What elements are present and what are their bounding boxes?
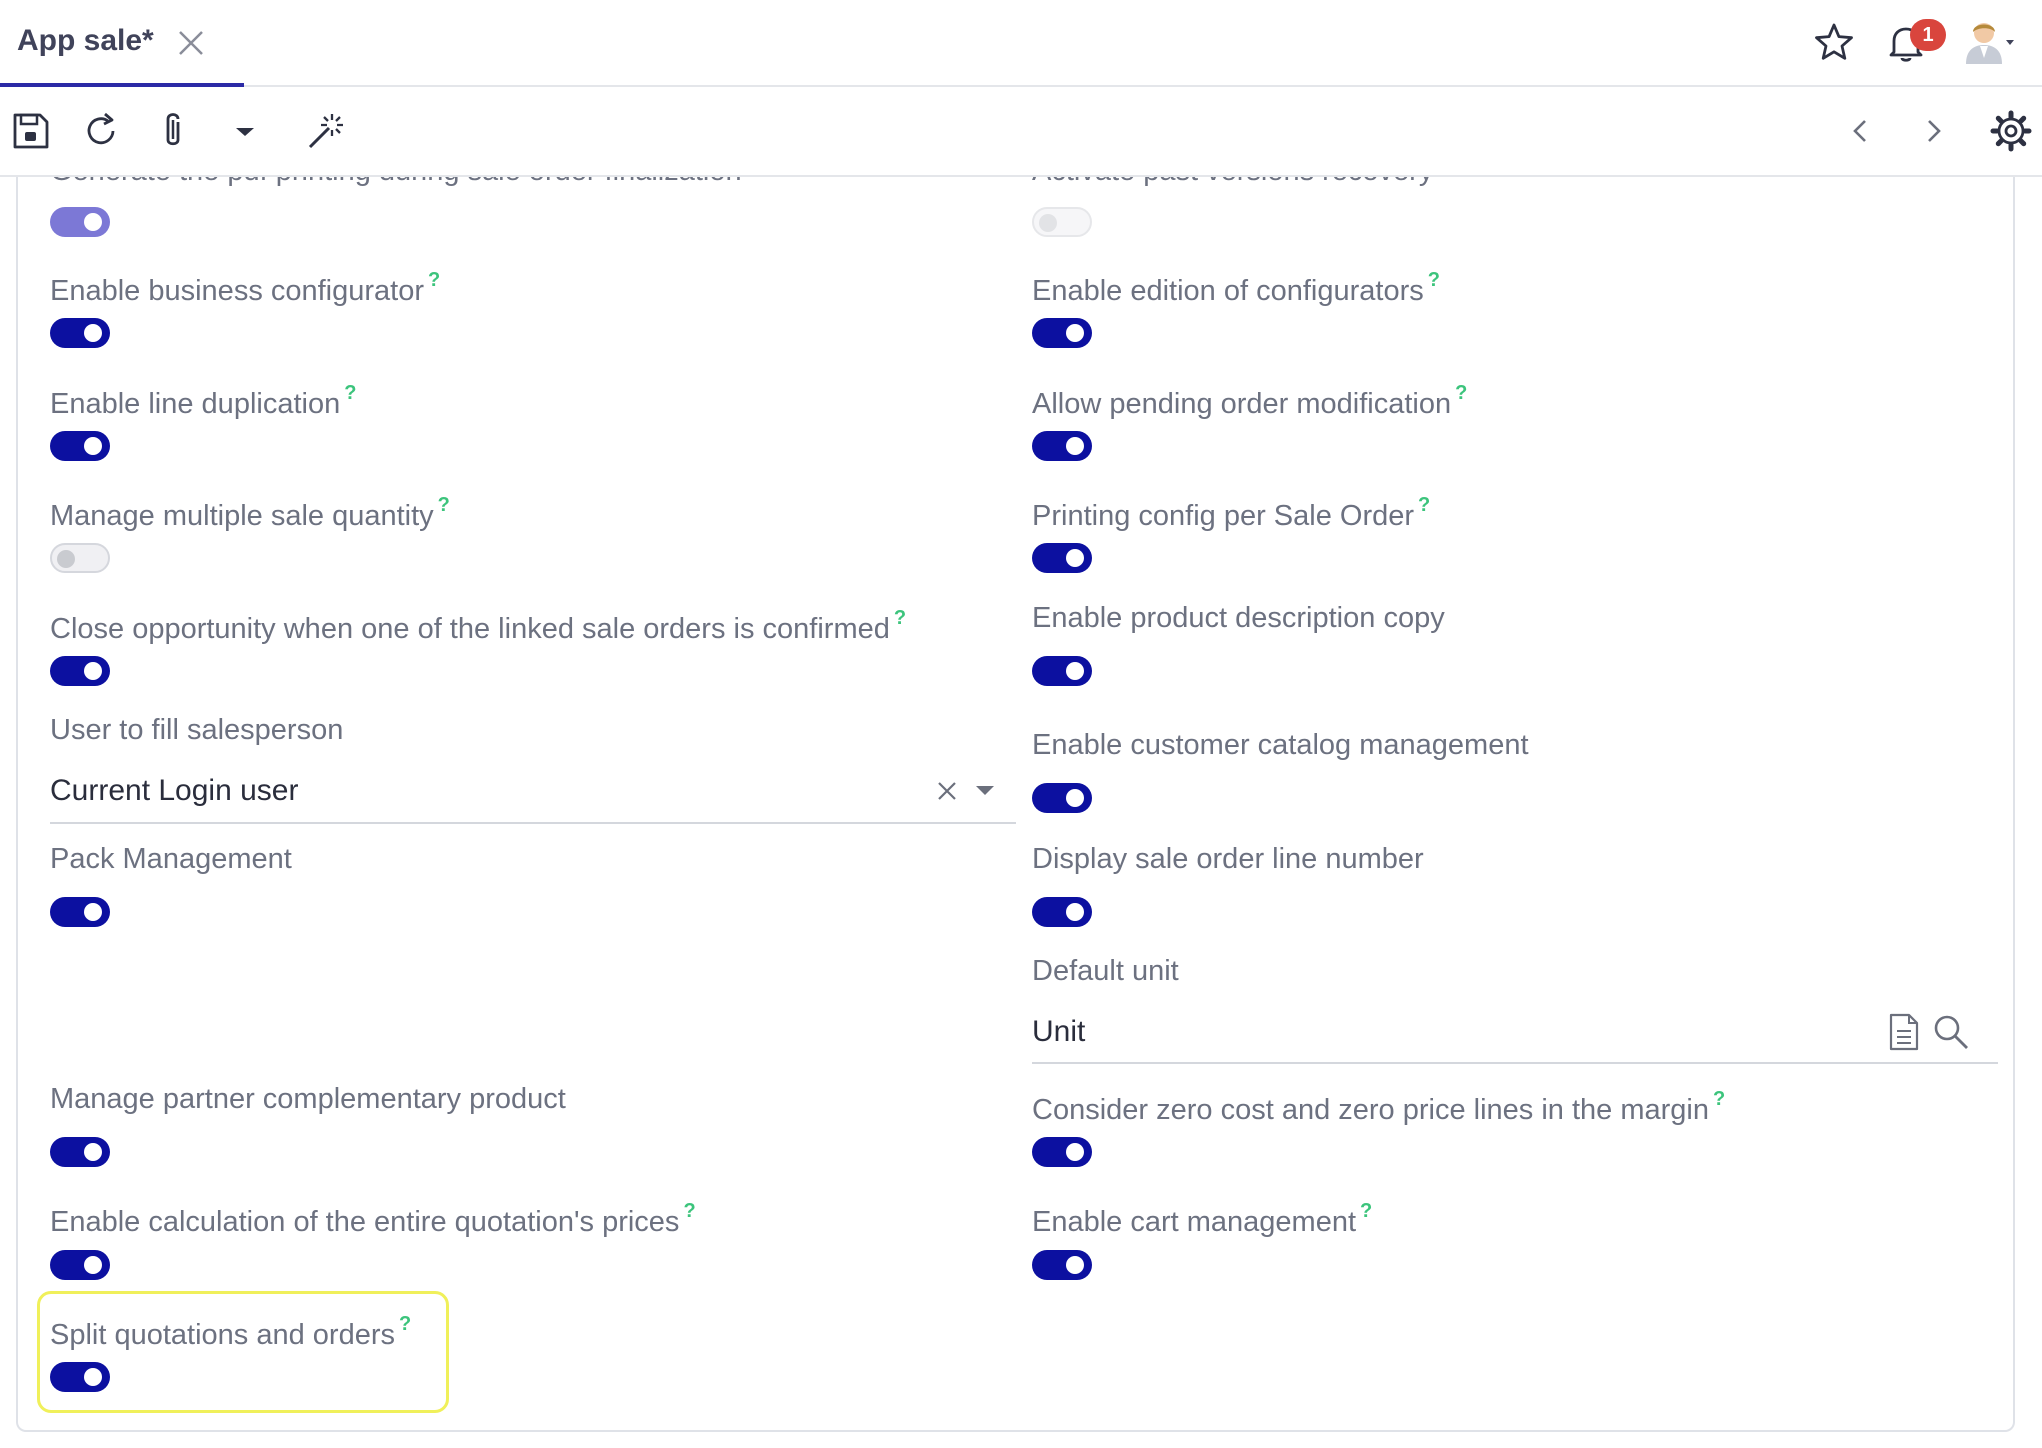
- help-icon[interactable]: ?: [1418, 494, 1430, 516]
- caret-down-icon[interactable]: [222, 108, 268, 154]
- multiple-quantity-toggle[interactable]: [50, 543, 110, 573]
- clear-icon[interactable]: [936, 780, 958, 802]
- refresh-icon[interactable]: [78, 108, 124, 154]
- past-versions-toggle[interactable]: [1032, 207, 1092, 237]
- field-label: Manage partner complementary product: [50, 1083, 566, 1115]
- cart-management-toggle[interactable]: [1032, 1250, 1092, 1280]
- star-icon[interactable]: [1810, 18, 1858, 66]
- default-unit-value[interactable]: Unit: [1032, 1015, 1085, 1049]
- field-label: Activate past versions recovery: [1032, 177, 1433, 189]
- field-underline: [50, 822, 1016, 824]
- line-duplication-toggle[interactable]: [50, 431, 110, 461]
- magic-wand-icon[interactable]: [302, 108, 348, 154]
- business-configurator-toggle[interactable]: [50, 318, 110, 348]
- tab-bar: App sale* 1: [0, 0, 2042, 87]
- field-label: Default unit: [1032, 955, 1179, 987]
- field-label: User to fill salesperson: [50, 714, 344, 746]
- zero-cost-toggle[interactable]: [1032, 1137, 1092, 1167]
- pack-management-toggle[interactable]: [50, 897, 110, 927]
- field-underline: [1032, 1062, 1998, 1064]
- line-number-toggle[interactable]: [1032, 897, 1092, 927]
- field-label: Consider zero cost and zero price lines …: [1032, 1088, 1726, 1126]
- help-icon[interactable]: ?: [1428, 269, 1440, 291]
- salesperson-select-value[interactable]: Current Login user: [50, 774, 298, 808]
- help-icon[interactable]: ?: [894, 607, 906, 629]
- paperclip-icon[interactable]: [150, 108, 196, 154]
- field-label: Enable customer catalog management: [1032, 729, 1529, 761]
- toolbar: [0, 87, 2042, 177]
- field-label: Allow pending order modification?: [1032, 382, 1468, 420]
- tab-app-sale[interactable]: App sale*: [0, 0, 244, 87]
- tab-title: App sale*: [17, 24, 154, 57]
- gear-icon[interactable]: [1988, 108, 2034, 154]
- chevron-right-icon[interactable]: [1910, 108, 1956, 154]
- notification-badge: 1: [1910, 19, 1946, 51]
- save-icon[interactable]: [8, 108, 54, 154]
- help-icon[interactable]: ?: [344, 382, 356, 404]
- complementary-product-toggle[interactable]: [50, 1137, 110, 1167]
- customer-catalog-toggle[interactable]: [1032, 783, 1092, 813]
- field-label: Enable cart management?: [1032, 1200, 1373, 1238]
- highlight-box: [37, 1291, 449, 1413]
- chevron-left-icon[interactable]: [1838, 108, 1884, 154]
- help-icon[interactable]: ?: [428, 269, 440, 291]
- description-copy-toggle[interactable]: [1032, 656, 1092, 686]
- pdf-printing-toggle[interactable]: [50, 207, 110, 237]
- field-label: Close opportunity when one of the linked…: [50, 607, 907, 645]
- document-icon[interactable]: [1888, 1013, 1920, 1051]
- field-label: Printing config per Sale Order?: [1032, 494, 1431, 532]
- field-label: Enable business configurator?: [50, 269, 441, 307]
- field-label: Generate the pdf printing during sale or…: [50, 177, 742, 189]
- field-label: Enable product description copy: [1032, 602, 1445, 634]
- field-label: Enable line duplication?: [50, 382, 357, 420]
- printing-config-toggle[interactable]: [1032, 543, 1092, 573]
- pending-order-toggle[interactable]: [1032, 431, 1092, 461]
- field-label: Display sale order line number: [1032, 843, 1424, 875]
- help-icon[interactable]: ?: [1455, 382, 1467, 404]
- field-label: Enable edition of configurators?: [1032, 269, 1440, 307]
- close-opportunity-toggle[interactable]: [50, 656, 110, 686]
- edition-configurators-toggle[interactable]: [1032, 318, 1092, 348]
- help-icon[interactable]: ?: [1360, 1200, 1372, 1222]
- close-icon[interactable]: [176, 28, 206, 58]
- settings-form: Generate the pdf printing during sale or…: [16, 177, 2015, 1432]
- entire-quotation-toggle[interactable]: [50, 1250, 110, 1280]
- help-icon[interactable]: ?: [1713, 1088, 1725, 1110]
- field-label: Manage multiple sale quantity?: [50, 494, 450, 532]
- help-icon[interactable]: ?: [438, 494, 450, 516]
- field-label: Pack Management: [50, 843, 292, 875]
- field-label: Enable calculation of the entire quotati…: [50, 1200, 696, 1238]
- help-icon[interactable]: ?: [683, 1200, 695, 1222]
- search-icon[interactable]: [1932, 1013, 1970, 1051]
- caret-down-icon[interactable]: [974, 782, 996, 800]
- avatar-icon[interactable]: [1958, 18, 2018, 66]
